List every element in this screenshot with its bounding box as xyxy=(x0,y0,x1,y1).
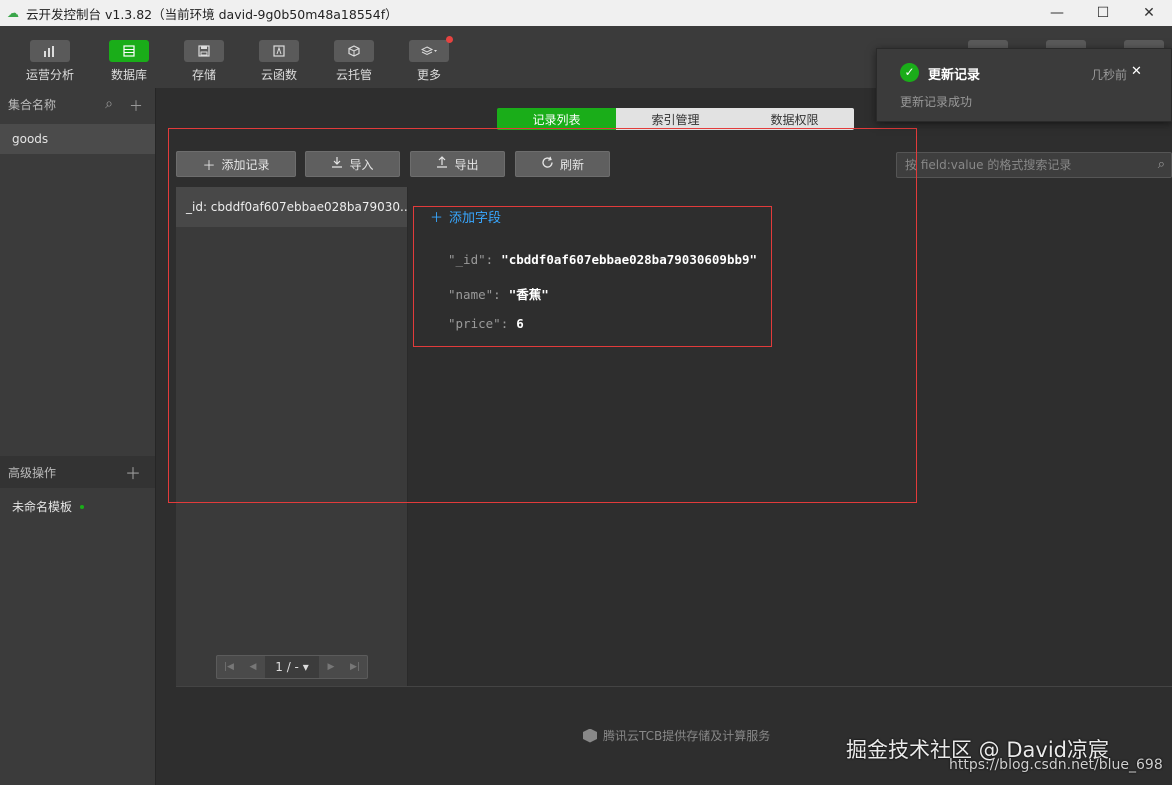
field-value: 6 xyxy=(516,316,524,331)
title-bar: ☁ 云开发控制台 v1.3.82（当前环境 david-9g0b50m48a18… xyxy=(0,0,1172,26)
export-button[interactable]: 导出 xyxy=(410,151,505,177)
add-record-button[interactable]: ＋ 添加记录 xyxy=(176,151,296,177)
notification-dot xyxy=(446,36,453,43)
page-select[interactable]: 1 / - ▾ xyxy=(265,656,319,678)
refresh-icon xyxy=(541,156,554,173)
footer: 腾讯云TCB提供存储及计算服务 xyxy=(583,727,770,744)
toolbar-item-more[interactable]: 更多 xyxy=(399,36,459,83)
window-title: 云开发控制台 v1.3.82（当前环境 david-9g0b50m48a1855… xyxy=(26,6,398,22)
pagination: |◀ ◀ 1 / - ▾ ▶ ▶| xyxy=(216,655,368,679)
field-colon: : xyxy=(500,316,509,331)
bar-chart-icon xyxy=(30,40,70,62)
export-label: 导出 xyxy=(454,157,479,172)
toolbar-label: 存储 xyxy=(191,68,216,82)
field-colon: : xyxy=(493,287,501,302)
toolbar-label: 运营分析 xyxy=(25,68,74,82)
collections-header: 集合名称 ⌕ ＋ xyxy=(0,88,155,120)
add-field-label: 添加字段 xyxy=(449,211,502,226)
cloud-icon: ☁ xyxy=(7,6,19,20)
toast-time: 几秒前 xyxy=(1091,68,1128,82)
upload-icon xyxy=(436,156,448,172)
watermark-url: https://blog.csdn.net/blue_698 xyxy=(949,757,1163,773)
layers-icon xyxy=(409,36,453,62)
search-input[interactable] xyxy=(897,153,1137,177)
tab-records[interactable]: 记录列表 xyxy=(497,108,616,130)
add-collection-icon[interactable]: ＋ xyxy=(129,96,143,116)
tab-permissions[interactable]: 数据权限 xyxy=(735,108,854,130)
collections-header-label: 集合名称 xyxy=(8,97,57,112)
toolbar-label: 更多 xyxy=(416,68,441,82)
close-icon[interactable]: ✕ xyxy=(1131,64,1142,79)
view-tabs: 记录列表 索引管理 数据权限 xyxy=(497,108,854,130)
plus-icon: ＋ xyxy=(202,158,216,174)
import-button[interactable]: 导入 xyxy=(305,151,400,177)
close-button[interactable]: ✕ xyxy=(1126,0,1172,26)
refresh-button[interactable]: 刷新 xyxy=(515,151,610,177)
template-label: 未命名模板 xyxy=(12,500,73,514)
refresh-label: 刷新 xyxy=(559,157,584,172)
record-search: ⌕ xyxy=(896,152,1172,178)
notification-toast: ✓ 更新记录 几秒前 ✕ 更新记录成功 xyxy=(876,48,1172,122)
toolbar-item-hosting[interactable]: 云托管 xyxy=(324,40,384,83)
tcb-logo-icon xyxy=(583,728,597,743)
toolbar-item-database[interactable]: 数据库 xyxy=(99,40,159,83)
window-controls: — ☐ ✕ xyxy=(1034,0,1172,26)
status-dot xyxy=(80,504,85,509)
advanced-header-label: 高级操作 xyxy=(8,465,57,480)
footer-text: 腾讯云TCB提供存储及计算服务 xyxy=(603,729,771,743)
add-record-label: 添加记录 xyxy=(221,157,270,172)
sidebar: 集合名称 ⌕ ＋ goods 高级操作 ＋ 未命名模板 xyxy=(0,88,156,785)
chevron-down-icon: ▾ xyxy=(302,660,309,674)
toolbar-item-analytics[interactable]: 运营分析 xyxy=(20,40,80,83)
download-icon xyxy=(331,156,343,172)
field-value: "香蕉" xyxy=(508,287,549,302)
divider xyxy=(176,686,1172,687)
field-row-name[interactable]: "name": "香蕉" xyxy=(448,284,549,303)
search-icon[interactable]: ⌕ xyxy=(1158,157,1165,172)
toolbar-item-storage[interactable]: 存储 xyxy=(174,40,234,83)
field-key: "price" xyxy=(448,316,501,331)
field-key: "_id" xyxy=(448,252,486,267)
field-colon: : xyxy=(485,252,494,267)
check-circle-icon: ✓ xyxy=(900,63,919,82)
toolbar-label: 云函数 xyxy=(260,68,297,82)
toast-title: 更新记录 xyxy=(928,68,981,83)
minimize-button[interactable]: — xyxy=(1034,0,1080,26)
field-row-price[interactable]: "price": 6 xyxy=(448,316,524,331)
last-page-icon[interactable]: ▶| xyxy=(343,656,367,678)
save-icon xyxy=(184,40,224,62)
toolbar-label: 云托管 xyxy=(335,68,372,82)
template-item[interactable]: 未命名模板 xyxy=(12,498,85,515)
collection-item-goods[interactable]: goods xyxy=(0,124,155,154)
next-page-icon[interactable]: ▶ xyxy=(319,656,343,678)
toolbar-item-functions[interactable]: 云函数 xyxy=(249,40,309,83)
field-row-id[interactable]: "_id": "cbddf0af607ebbae028ba79030609bb9" xyxy=(448,252,757,267)
maximize-button[interactable]: ☐ xyxy=(1080,0,1126,26)
box-icon xyxy=(334,40,374,62)
add-field-button[interactable]: ＋ 添加字段 xyxy=(430,207,501,226)
page-value: 1 / - xyxy=(275,660,299,674)
import-label: 导入 xyxy=(349,157,374,172)
search-icon[interactable]: ⌕ xyxy=(105,96,113,116)
advanced-header: 高级操作 ＋ xyxy=(0,456,155,488)
add-template-icon[interactable]: ＋ xyxy=(125,460,141,484)
field-key: "name" xyxy=(448,287,494,302)
record-list: _id: cbddf0af607ebbae028ba79030... xyxy=(176,187,408,686)
prev-page-icon[interactable]: ◀ xyxy=(241,656,265,678)
toolbar-label: 数据库 xyxy=(110,68,147,82)
plus-icon: ＋ xyxy=(430,211,444,226)
record-item[interactable]: _id: cbddf0af607ebbae028ba79030... xyxy=(176,187,407,227)
database-icon xyxy=(109,40,149,62)
function-icon xyxy=(259,40,299,62)
toast-message: 更新记录成功 xyxy=(900,95,973,109)
field-value: "cbddf0af607ebbae028ba79030609bb9" xyxy=(501,252,758,267)
tab-indexes[interactable]: 索引管理 xyxy=(616,108,735,130)
first-page-icon[interactable]: |◀ xyxy=(217,656,241,678)
